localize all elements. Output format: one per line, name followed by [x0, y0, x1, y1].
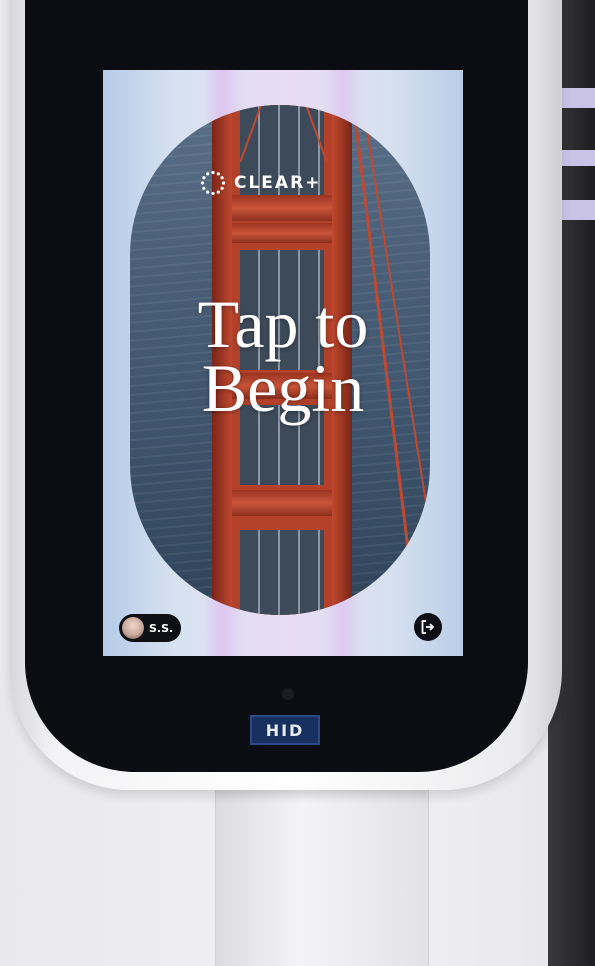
sign-out-icon [421, 620, 434, 634]
headline-line-2: Begin [201, 350, 365, 426]
clear-ring-logo-icon [200, 170, 226, 196]
headline-line-1: Tap to [197, 286, 369, 362]
background-sign-stripe [560, 150, 595, 166]
background-sign-stripe [560, 200, 595, 220]
camera-lens-icon [282, 688, 294, 700]
kiosk-screen[interactable]: CLEAR+ Tap to Begin S.S. [103, 70, 463, 656]
user-avatar-icon [122, 617, 144, 639]
hid-badge-label: HID [265, 720, 305, 740]
tap-to-begin-button[interactable]: Tap to Begin [163, 286, 403, 426]
bridge-roadway [240, 530, 324, 615]
bridge-crossbeam [212, 195, 352, 221]
clear-brand: CLEAR+ [200, 170, 321, 196]
bridge-crossbeam [212, 490, 352, 516]
sign-out-button[interactable] [414, 613, 442, 641]
bridge-crossbeam [212, 223, 352, 243]
brand-name: CLEAR+ [234, 173, 322, 193]
user-initials: S.S. [149, 621, 174, 635]
user-chip[interactable]: S.S. [119, 614, 182, 642]
background-sign-stripe [560, 88, 595, 108]
hid-badge: HID [250, 715, 320, 745]
